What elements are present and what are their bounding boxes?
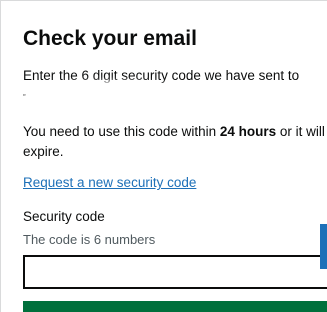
request-new-code-link[interactable]: Request a new security code <box>23 174 196 192</box>
security-code-hint: The code is 6 numbers <box>23 232 156 247</box>
continue-button[interactable] <box>23 301 327 312</box>
page-title: Check your email <box>23 27 197 50</box>
expiry-warning-emphasis: 24 hours <box>219 124 277 139</box>
security-code-label: Security code <box>23 209 105 224</box>
expiry-warning: You need to use this code within 24 hour… <box>23 122 327 162</box>
expiry-warning-start: You need to use this code within <box>23 124 220 139</box>
redacted-email-address <box>25 85 197 109</box>
intro-text: Enter the 6 digit security code we have … <box>23 68 300 83</box>
security-code-input[interactable] <box>23 255 327 289</box>
page-container: Check your email Enter the 6 digit secur… <box>0 0 327 312</box>
feedback-side-tab[interactable] <box>320 224 327 269</box>
